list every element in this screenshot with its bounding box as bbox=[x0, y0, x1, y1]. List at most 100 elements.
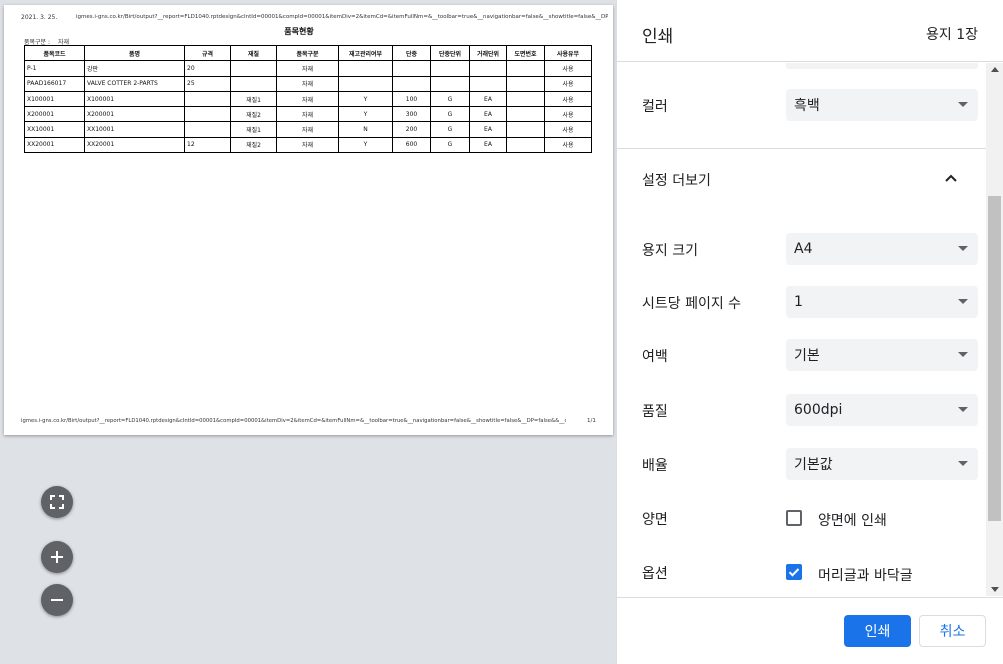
table-cell: 20 bbox=[184, 60, 231, 77]
more-settings-toggle[interactable]: 설정 더보기 bbox=[617, 149, 987, 209]
table-body: P-1 강판 20 자재 사용 PAAD166017 VALVE COTTER 2-PART… bbox=[24, 60, 592, 154]
table-row: X100001 X100001 재질1 자재 Y 100 G EA 사용 bbox=[24, 90, 592, 108]
checkmark-icon bbox=[788, 568, 800, 577]
color-select-value: 흑백 bbox=[794, 98, 820, 114]
scale-value: 기본값 bbox=[794, 457, 833, 473]
table-cell: X100001 bbox=[84, 90, 185, 108]
table-cell bbox=[506, 106, 545, 123]
table-cell: 강판 bbox=[84, 60, 185, 77]
print-settings-panel: 인쇄 용지 1장 컬러 흑백 설정 더보기 용지 크기 A4 시트당 페이지 수… bbox=[616, 0, 1003, 664]
table-cell bbox=[506, 121, 545, 138]
table-cell: Y bbox=[338, 106, 393, 123]
column-header: 재질 bbox=[230, 44, 277, 62]
quality-label: 품질 bbox=[642, 404, 668, 420]
duplex-label: 양면 bbox=[642, 512, 668, 528]
table-cell: XX10001 bbox=[84, 121, 185, 138]
page-header-url: igmes.i-gns.co.kr/Birt/output?__report=F… bbox=[76, 14, 608, 20]
sheet-count: 용지 1장 bbox=[926, 27, 978, 43]
column-header: 규격 bbox=[184, 44, 231, 62]
settings-scrollbar[interactable] bbox=[986, 63, 1003, 596]
table-cell bbox=[184, 106, 231, 123]
table-cell: 사용 bbox=[544, 121, 592, 138]
print-preview-area: 2021. 3. 25. igmes.i-gns.co.kr/Birt/outp… bbox=[0, 0, 616, 664]
options-label: 옵션 bbox=[642, 566, 668, 582]
table-cell: N bbox=[338, 121, 393, 138]
dropdown-arrow-icon bbox=[958, 102, 968, 107]
paper-size-select[interactable]: A4 bbox=[786, 233, 978, 265]
table-cell: 재질1 bbox=[230, 90, 277, 108]
headers-footers-checkbox[interactable] bbox=[786, 564, 802, 580]
column-header: 단중단위 bbox=[430, 44, 470, 62]
scrollbar-thumb[interactable] bbox=[988, 196, 1001, 521]
print-button[interactable]: 인쇄 bbox=[844, 615, 911, 647]
pages-per-sheet-select[interactable]: 1 bbox=[786, 286, 978, 318]
column-header: 재고관리여부 bbox=[338, 44, 393, 62]
scroll-down-icon[interactable] bbox=[991, 587, 999, 592]
table-cell: XX10001 bbox=[24, 121, 85, 138]
table-cell: 사용 bbox=[544, 90, 592, 108]
table-cell: 자재 bbox=[276, 136, 339, 154]
scroll-up-icon[interactable] bbox=[991, 67, 999, 72]
minus-icon bbox=[51, 599, 63, 601]
table-cell: 자재 bbox=[276, 106, 339, 123]
more-settings-label: 설정 더보기 bbox=[642, 173, 711, 189]
table-cell: 12 bbox=[184, 136, 231, 154]
zoom-in-button[interactable] bbox=[41, 541, 73, 573]
panel-title: 인쇄 bbox=[642, 27, 674, 47]
quality-select[interactable]: 600dpi bbox=[786, 394, 978, 426]
pages-per-sheet-label: 시트당 페이지 수 bbox=[642, 296, 742, 312]
table-cell bbox=[506, 60, 545, 77]
column-header: 단중 bbox=[392, 44, 431, 62]
page-footer-url: igmes.i-gns.co.kr/Birt/output?__report=F… bbox=[21, 418, 566, 424]
table-row: X200001 X200001 재질2 자재 Y 300 G EA 사용 bbox=[24, 106, 592, 123]
item-table: 품목코드 품명 규격 재질 품목구분 재고관리여부 단중 단중단위 거래단위 도면번호 사용유무 P… bbox=[24, 44, 592, 154]
paper-size-value: A4 bbox=[794, 241, 813, 257]
table-header-row: 품목코드 품명 규격 재질 품목구분 재고관리여부 단중 단중단위 거래단위 도면번호 사용유무 bbox=[24, 44, 592, 62]
table-cell bbox=[184, 90, 231, 108]
margins-value: 기본 bbox=[794, 348, 820, 364]
plus-icon bbox=[51, 551, 63, 563]
table-cell bbox=[338, 60, 393, 77]
table-cell: 사용 bbox=[544, 136, 592, 154]
table-cell bbox=[338, 75, 393, 92]
fit-to-page-button[interactable] bbox=[41, 486, 73, 518]
table-row: PAAD166017 VALVE COTTER 2-PARTS 25 자재 사용 bbox=[24, 75, 592, 92]
table-cell: 재질2 bbox=[230, 106, 277, 123]
cancel-button[interactable]: 취소 bbox=[919, 615, 986, 647]
table-cell: 자재 bbox=[276, 121, 339, 138]
color-select[interactable]: 흑백 bbox=[786, 89, 978, 121]
table-cell: VALVE COTTER 2-PARTS bbox=[84, 75, 185, 92]
table-cell: 자재 bbox=[276, 75, 339, 92]
preview-page: 2021. 3. 25. igmes.i-gns.co.kr/Birt/outp… bbox=[4, 5, 613, 435]
table-cell: X100001 bbox=[24, 90, 85, 108]
table-cell bbox=[230, 60, 277, 77]
table-cell bbox=[430, 75, 470, 92]
table-cell: 200 bbox=[392, 121, 431, 138]
dropdown-arrow-icon bbox=[958, 461, 968, 466]
duplex-option-label[interactable]: 양면에 인쇄 bbox=[818, 510, 887, 530]
quality-value: 600dpi bbox=[794, 402, 843, 418]
panel-footer: 인쇄 취소 bbox=[617, 597, 1003, 664]
column-header: 품목코드 bbox=[24, 44, 85, 62]
table-cell: EA bbox=[469, 90, 507, 108]
margins-select[interactable]: 기본 bbox=[786, 339, 978, 371]
table-cell bbox=[392, 60, 431, 77]
table-cell: X200001 bbox=[24, 106, 85, 123]
scale-select[interactable]: 기본값 bbox=[786, 448, 978, 480]
table-cell: XX20001 bbox=[24, 136, 85, 154]
scale-label: 배율 bbox=[642, 458, 668, 474]
table-cell: 자재 bbox=[276, 90, 339, 108]
partial-select-above[interactable] bbox=[786, 63, 978, 69]
column-header: 거래단위 bbox=[469, 44, 507, 62]
table-row: XX10001 XX10001 재질1 자재 N 200 G EA 사용 bbox=[24, 121, 592, 138]
zoom-out-button[interactable] bbox=[41, 584, 73, 616]
table-row: P-1 강판 20 자재 사용 bbox=[24, 60, 592, 77]
duplex-checkbox[interactable] bbox=[786, 510, 802, 526]
table-cell bbox=[392, 75, 431, 92]
headers-footers-label[interactable]: 머리글과 바닥글 bbox=[818, 565, 913, 585]
table-cell bbox=[506, 90, 545, 108]
table-cell: 100 bbox=[392, 90, 431, 108]
table-cell: 자재 bbox=[276, 60, 339, 77]
pages-per-sheet-value: 1 bbox=[794, 294, 803, 310]
color-label: 컬러 bbox=[642, 99, 668, 115]
